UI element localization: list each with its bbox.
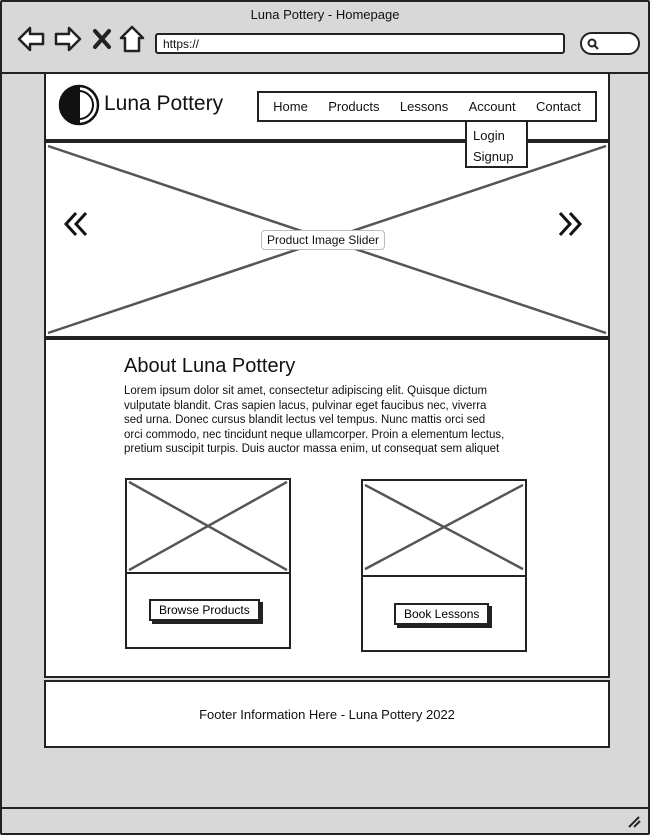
close-x-icon[interactable] [90, 24, 114, 54]
page-content: Luna Pottery Home Products Lessons Accou… [44, 74, 610, 764]
browse-products-button[interactable]: Browse Products [149, 599, 260, 621]
product-image-slider: Product Image Slider [44, 141, 610, 338]
brand-name[interactable]: Luna Pottery [104, 92, 223, 116]
about-text-line: orci commodo, nec tincidunt neque ullamc… [124, 428, 505, 441]
main-nav: Home Products Lessons Account Contact [257, 91, 597, 122]
lessons-card: Book Lessons [361, 479, 527, 652]
about-text-line: vulputate blandit. Cras sapien lacus, pu… [124, 399, 487, 412]
image-placeholder-icon [364, 483, 524, 571]
resize-grip-icon[interactable] [626, 813, 642, 829]
forward-arrow-icon[interactable] [53, 24, 83, 54]
about-text: Lorem ipsum dolor sit amet, consectetur … [124, 384, 532, 457]
search-field[interactable] [580, 32, 640, 55]
back-arrow-icon[interactable] [16, 24, 46, 54]
about-section: About Luna Pottery Lorem ipsum dolor sit… [44, 338, 610, 678]
site-footer: Footer Information Here - Luna Pottery 2… [44, 680, 610, 748]
dropdown-login[interactable]: Login [473, 125, 520, 146]
home-icon[interactable] [118, 24, 146, 54]
address-bar[interactable]: https:// [155, 33, 565, 54]
book-lessons-button[interactable]: Book Lessons [394, 603, 490, 625]
window-title: Luna Pottery - Homepage [250, 7, 400, 22]
search-icon [587, 38, 599, 50]
slider-label: Product Image Slider [261, 230, 386, 250]
about-title: About Luna Pottery [124, 355, 296, 377]
browser-statusbar [2, 807, 648, 833]
about-text-line: sed urna. Donec cursus blandit lectus ve… [124, 414, 486, 427]
nav-lessons[interactable]: Lessons [400, 99, 448, 114]
products-card: Browse Products [125, 478, 291, 649]
nav-products[interactable]: Products [328, 99, 379, 114]
account-dropdown: Login Signup [465, 120, 528, 168]
lessons-image-placeholder [363, 481, 525, 577]
half-moon-logo-icon [58, 84, 100, 126]
browser-titlebar: Luna Pottery - Homepage https:// [2, 2, 648, 74]
nav-home[interactable]: Home [273, 99, 308, 114]
browser-window: Luna Pottery - Homepage https:// Luna Po… [0, 0, 650, 835]
slider-prev-icon[interactable] [62, 209, 92, 239]
dropdown-signup[interactable]: Signup [473, 146, 520, 167]
nav-account[interactable]: Account [469, 99, 516, 114]
site-header: Luna Pottery Home Products Lessons Accou… [44, 74, 610, 168]
slider-next-icon[interactable] [554, 209, 584, 239]
about-text-line: pretium suscipit turpis. Duis auctor mas… [124, 443, 500, 456]
image-placeholder-icon [128, 480, 288, 572]
about-text-line: Lorem ipsum dolor sit amet, consectetur … [124, 385, 488, 397]
products-image-placeholder [127, 480, 289, 574]
nav-contact[interactable]: Contact [536, 99, 581, 114]
footer-text: Footer Information Here - Luna Pottery 2… [199, 706, 455, 722]
